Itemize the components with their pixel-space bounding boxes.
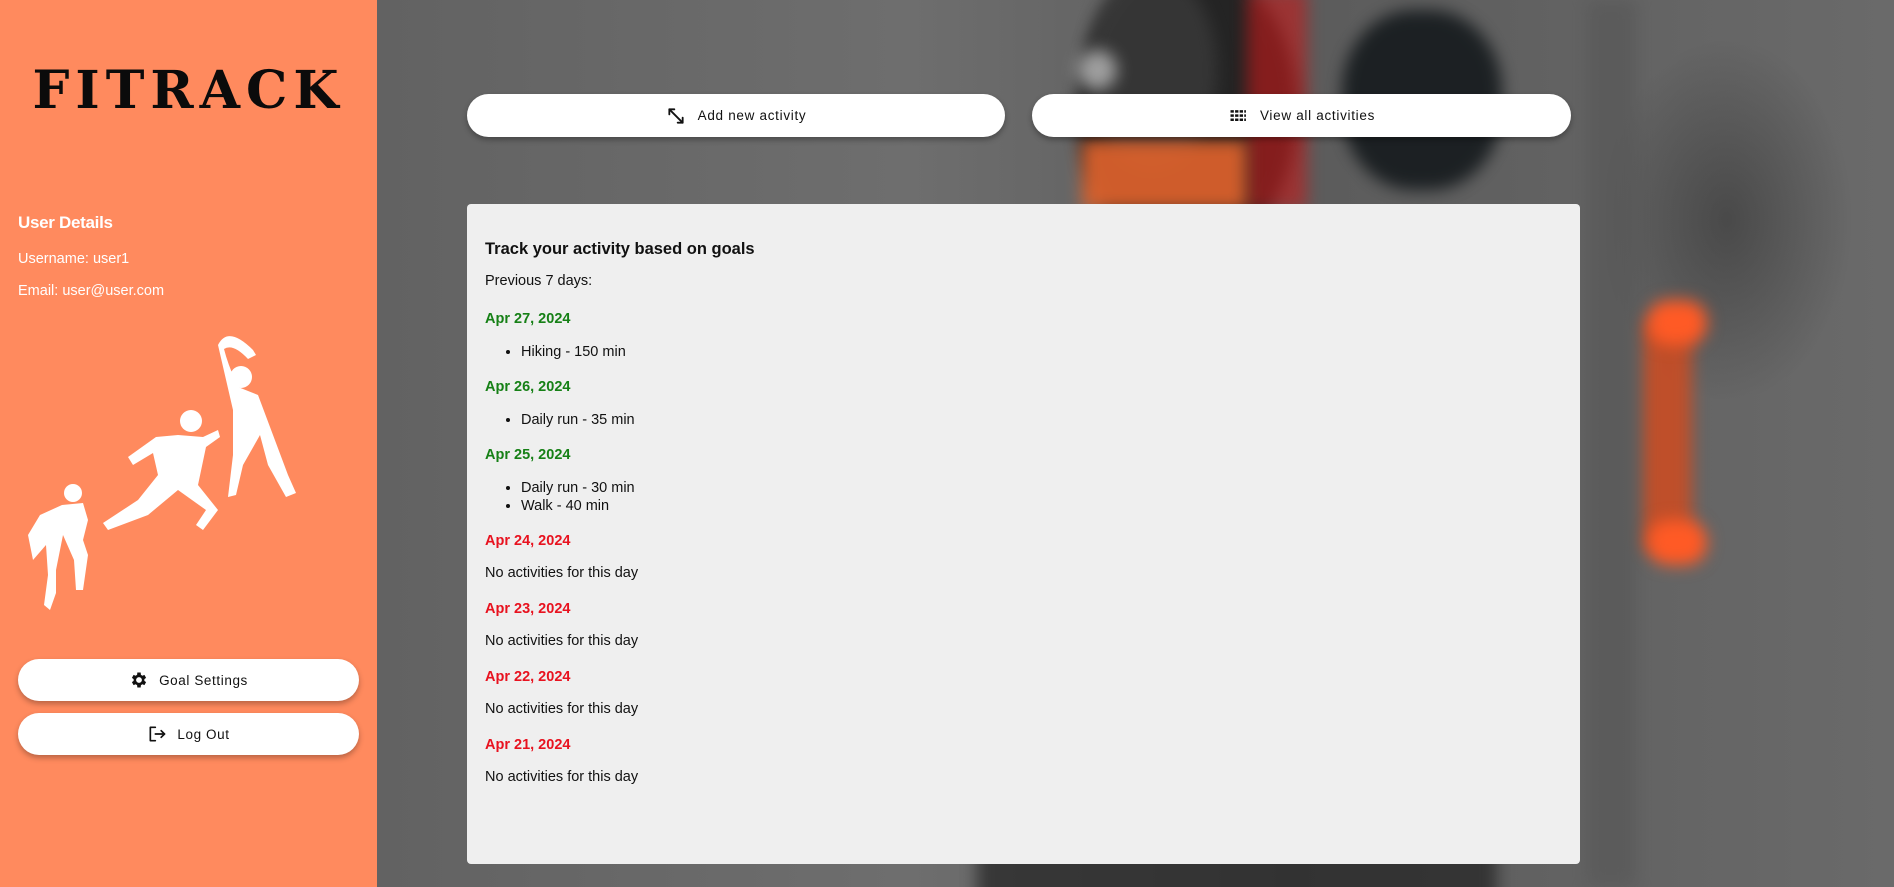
app-logo: FITRACK	[32, 60, 345, 121]
day-date: Apr 26, 2024	[485, 379, 571, 395]
day-entry: Apr 23, 2024 No activities for this day	[485, 601, 1562, 649]
day-entry: Apr 25, 2024 Daily run - 30 minWalk - 40 …	[485, 447, 1562, 515]
sidebar: FITRACK User Details Username: user1 Ema…	[0, 0, 377, 887]
user-details: User Details Username: user1 Email: user…	[18, 213, 164, 315]
day-date: Apr 23, 2024	[485, 601, 571, 617]
no-activity-text: No activities for this day	[485, 701, 639, 717]
activity-goals-card: Track your activity based on goals Previ…	[467, 204, 1580, 864]
day-entry: Apr 22, 2024 No activities for this day	[485, 669, 1562, 717]
add-activity-button[interactable]: Add new activity	[467, 94, 1005, 137]
day-date: Apr 21, 2024	[485, 737, 571, 753]
no-activity-text: No activities for this day	[485, 769, 639, 785]
day-entry: Apr 26, 2024 Daily run - 35 min	[485, 379, 1562, 429]
gear-icon	[131, 672, 147, 688]
day-date: Apr 27, 2024	[485, 311, 571, 327]
user-details-title: User Details	[18, 213, 113, 232]
no-activity-text: No activities for this day	[485, 565, 639, 581]
activity-item: Walk - 40 min	[521, 497, 1562, 515]
logout-button[interactable]: Log Out	[18, 713, 359, 755]
no-activity-text: No activities for this day	[485, 633, 639, 649]
day-list: Apr 27, 2024 Hiking - 150 min Apr 26, 2024…	[485, 311, 1562, 785]
day-date: Apr 24, 2024	[485, 533, 571, 549]
view-activities-button[interactable]: View all activities	[1032, 94, 1571, 137]
logout-label: Log Out	[177, 726, 230, 742]
expand-arrows-icon	[668, 107, 684, 124]
activity-item: Hiking - 150 min	[521, 343, 1562, 361]
username-text: Username: user1	[18, 251, 130, 267]
view-activities-label: View all activities	[1259, 108, 1376, 123]
activity-list: Daily run - 30 minWalk - 40 min	[485, 479, 1562, 515]
logout-icon	[149, 726, 166, 742]
activity-list: Hiking - 150 min	[485, 343, 1562, 361]
goal-settings-label: Goal Settings	[159, 672, 248, 688]
card-title: Track your activity based on goals	[485, 240, 755, 258]
day-date: Apr 25, 2024	[485, 447, 571, 463]
email-text: Email: user@user.com	[18, 283, 165, 299]
card-subtitle: Previous 7 days:	[485, 273, 593, 289]
day-entry: Apr 21, 2024 No activities for this day	[485, 737, 1562, 785]
grid-icon	[1230, 109, 1246, 121]
goal-settings-button[interactable]: Goal Settings	[18, 659, 359, 701]
activity-list: Daily run - 35 min	[485, 411, 1562, 429]
fitness-figures-illustration	[28, 336, 296, 610]
add-activity-label: Add new activity	[697, 108, 807, 123]
day-date: Apr 22, 2024	[485, 669, 571, 685]
activity-item: Daily run - 35 min	[521, 411, 1562, 429]
day-entry: Apr 27, 2024 Hiking - 150 min	[485, 311, 1562, 361]
activity-item: Daily run - 30 min	[521, 479, 1562, 497]
day-entry: Apr 24, 2024 No activities for this day	[485, 533, 1562, 581]
